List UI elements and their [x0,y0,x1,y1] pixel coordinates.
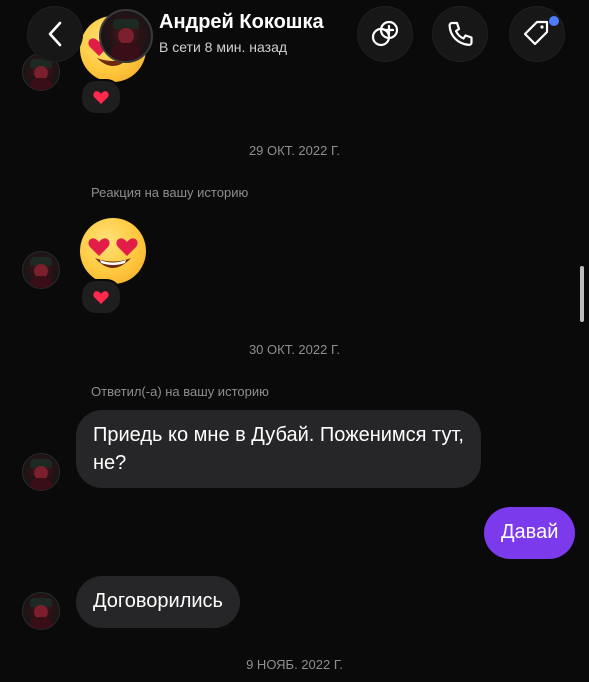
add-people-button[interactable] [357,6,413,62]
contact-name[interactable]: Андрей Кокошка [159,11,324,34]
tag-icon [523,20,549,46]
contact-avatar[interactable] [22,251,60,289]
contact-avatar[interactable] [22,453,60,491]
back-button[interactable] [27,6,83,62]
notification-dot [549,16,559,26]
add-person-icon [371,20,399,47]
header-avatar[interactable] [99,9,153,63]
date-separator: 30 ОКТ. 2022 Г. [248,342,341,357]
incoming-message[interactable]: Приедь ко мне в Дубай. Поженимся тут, не… [76,410,481,488]
tag-button[interactable] [509,6,565,62]
chevron-left-icon [48,21,62,47]
date-separator: 9 НОЯБ. 2022 Г. [246,657,343,672]
heart-reaction-badge[interactable] [80,279,122,315]
story-reaction-caption: Реакция на вашу историю [91,185,249,200]
heart-icon [93,90,109,104]
contact-avatar[interactable] [22,592,60,630]
online-status: В сети 8 мин. назад [159,39,288,55]
date-separator: 29 ОКТ. 2022 Г. [248,143,341,158]
heart-icon [93,290,109,304]
heart-eyes-emoji [80,218,146,284]
scrollbar-thumb[interactable] [580,266,584,322]
story-reply-caption: Ответил(-а) на вашу историю [91,384,269,399]
phone-icon [448,21,473,46]
incoming-message[interactable]: Договорились [76,576,240,628]
heart-reaction-badge[interactable] [80,79,122,115]
call-button[interactable] [432,6,488,62]
outgoing-message[interactable]: Давай [484,507,576,559]
